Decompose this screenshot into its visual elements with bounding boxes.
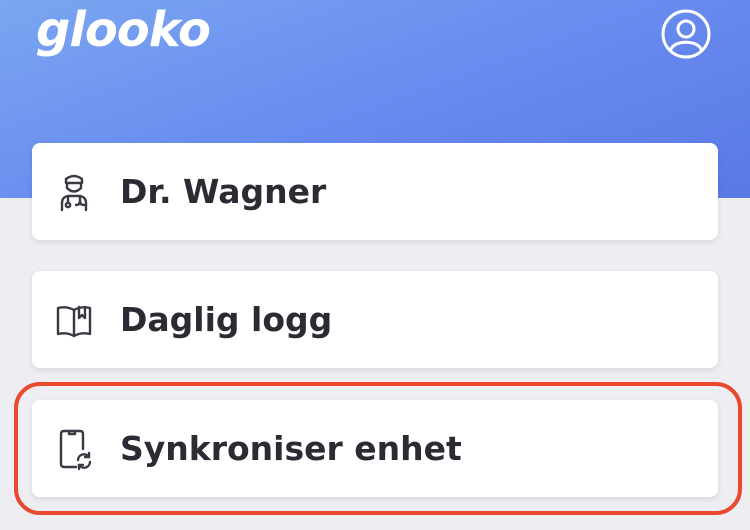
glooko-logo: glooko	[36, 2, 211, 58]
phone-sync-icon	[52, 427, 96, 471]
menu-item-sync-device[interactable]: Synkroniser enhet	[32, 400, 718, 497]
doctor-icon	[52, 170, 96, 214]
menu-item-daily-log[interactable]: Daglig logg	[32, 271, 718, 368]
menu-item-label: Synkroniser enhet	[120, 429, 462, 468]
user-circle-icon[interactable]	[660, 8, 712, 60]
menu-item-label: Daglig logg	[120, 300, 333, 339]
menu-item-doctor[interactable]: Dr. Wagner	[32, 143, 718, 240]
book-icon	[52, 298, 96, 342]
menu-item-label: Dr. Wagner	[120, 172, 327, 211]
